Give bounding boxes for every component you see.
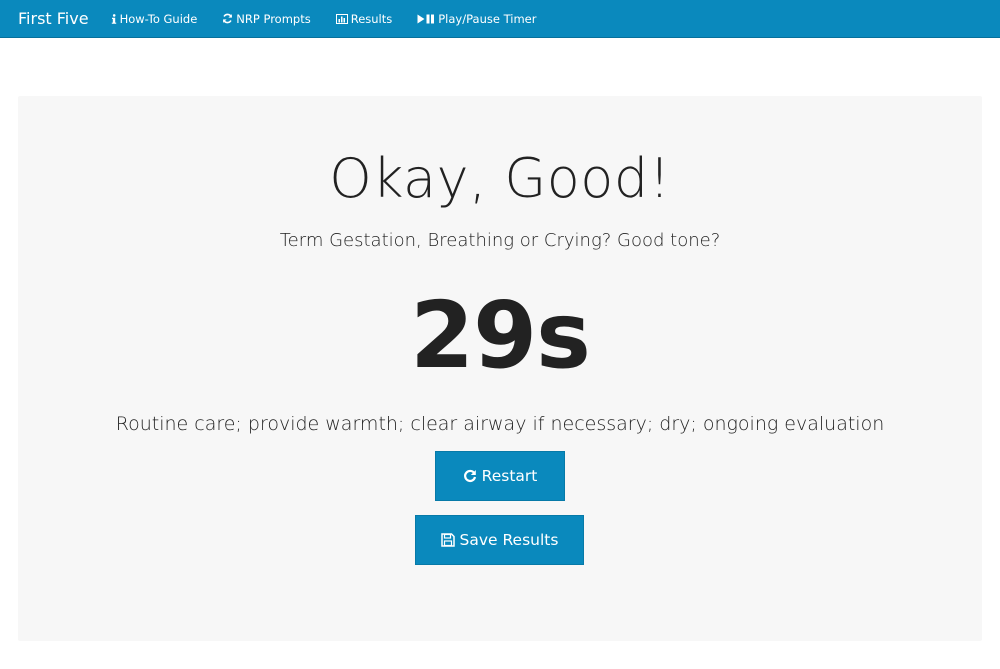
save-results-button-label: Save Results xyxy=(459,531,559,549)
nav-play-pause-timer[interactable]: Play/Pause Timer xyxy=(417,12,536,26)
nav-play-pause-timer-label: Play/Pause Timer xyxy=(438,11,537,26)
nav-results-label: Results xyxy=(350,11,393,26)
save-icon xyxy=(440,533,455,547)
nav-how-to-guide[interactable]: How-To Guide xyxy=(111,11,198,26)
bar-chart-icon xyxy=(335,13,348,24)
nav-nrp-prompts-label: NRP Prompts xyxy=(236,11,311,26)
timer-display: 29s xyxy=(410,282,591,389)
nav-results[interactable]: Results xyxy=(335,11,393,26)
assessment-question: Term Gestation, Breathing or Crying? Goo… xyxy=(279,230,721,251)
save-results-button[interactable]: Save Results xyxy=(415,515,584,565)
refresh-icon xyxy=(222,13,233,24)
care-instruction: Routine care; provide warmth; clear airw… xyxy=(115,413,885,435)
play-pause-icon xyxy=(417,14,435,24)
restart-button[interactable]: Restart xyxy=(435,451,565,501)
nav-nrp-prompts[interactable]: NRP Prompts xyxy=(222,11,311,26)
brand-link[interactable]: First Five xyxy=(18,9,89,28)
nav-how-to-guide-label: How-To Guide xyxy=(119,11,198,26)
restart-icon xyxy=(463,469,477,483)
info-icon xyxy=(111,13,117,24)
restart-button-label: Restart xyxy=(481,467,538,485)
top-navbar: First Five How-To Guide NRP Prompts Resu… xyxy=(0,0,1000,38)
status-headline: Okay, Good! xyxy=(329,147,671,210)
